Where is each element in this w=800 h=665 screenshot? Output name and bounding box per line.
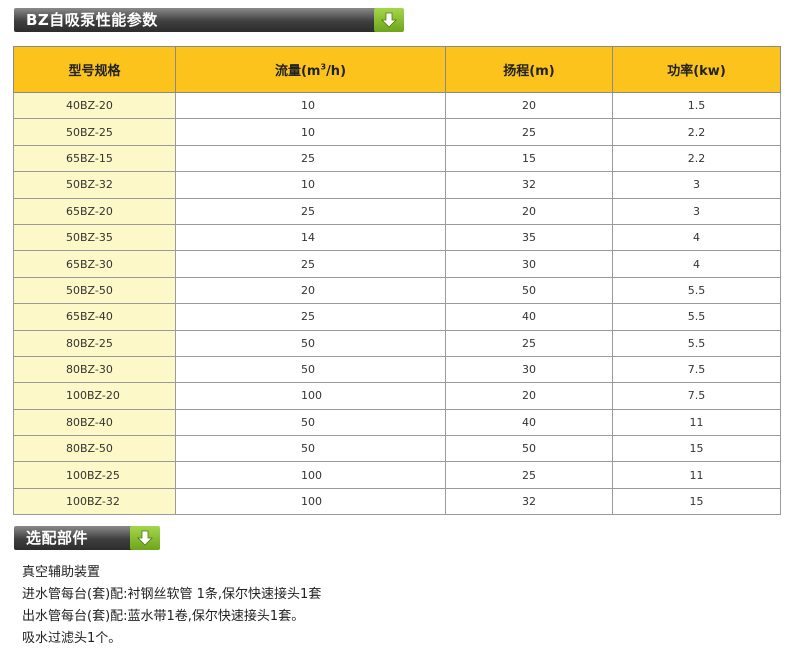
section-title: BZ自吸泵性能参数: [26, 11, 158, 29]
down-arrow-icon: [130, 526, 160, 550]
cell-flow: 10: [175, 118, 446, 146]
accessories-list: 真空辅助装置 进水管每台(套)配:衬钢丝软管 1条,保尔快速接头1套 出水管每台…: [22, 562, 321, 650]
down-arrow-icon: [374, 8, 404, 32]
cell-power: 11: [612, 461, 781, 489]
cell-flow: 100: [175, 382, 446, 410]
cell-flow: 25: [175, 197, 446, 225]
cell-model: 80BZ-25: [13, 329, 176, 357]
cell-flow: 25: [175, 303, 446, 331]
cell-head: 50: [445, 276, 613, 305]
cell-flow: 25: [175, 144, 446, 173]
table-row: 80BZ-25 50 25 5.5: [13, 329, 781, 357]
cell-head: 30: [445, 250, 613, 278]
cell-power: 2.2: [612, 118, 781, 146]
cell-flow: 10: [175, 91, 446, 120]
cell-power: 15: [612, 487, 781, 516]
table-row: 50BZ-35 14 35 4: [13, 223, 781, 252]
cell-flow: 50: [175, 408, 446, 437]
table-row: 65BZ-30 25 30 4: [13, 250, 781, 278]
table-row: 100BZ-20 100 20 7.5: [13, 382, 781, 410]
cell-model: 65BZ-30: [13, 250, 176, 278]
note-line: 吸水过滤头1个。: [22, 631, 122, 646]
cell-power: 5.5: [612, 303, 781, 331]
cell-flow: 20: [175, 276, 446, 305]
cell-flow: 10: [175, 171, 446, 199]
cell-power: 2.2: [612, 144, 781, 173]
cell-power: 5.5: [612, 276, 781, 305]
cell-head: 15: [445, 144, 613, 173]
cell-power: 1.5: [612, 91, 781, 120]
table-row: 65BZ-40 25 40 5.5: [13, 303, 781, 331]
cell-power: 4: [612, 223, 781, 252]
cell-flow: 25: [175, 250, 446, 278]
table-row: 65BZ-15 25 15 2.2: [13, 144, 781, 173]
cell-model: 65BZ-15: [13, 144, 176, 173]
cell-flow: 50: [175, 435, 446, 463]
cell-model: 50BZ-32: [13, 171, 176, 199]
cell-flow: 100: [175, 461, 446, 489]
table-row: 100BZ-32 100 32 15: [13, 487, 781, 516]
cell-head: 25: [445, 118, 613, 146]
cell-model: 40BZ-20: [13, 91, 176, 120]
cell-power: 5.5: [612, 329, 781, 357]
cell-head: 32: [445, 171, 613, 199]
cell-power: 3: [612, 197, 781, 225]
note-line: 进水管每台(套)配:衬钢丝软管 1条,保尔快速接头1套: [22, 587, 322, 602]
cell-power: 7.5: [612, 355, 781, 384]
section-banner-performance: BZ自吸泵性能参数: [14, 8, 404, 32]
table-row: 80BZ-30 50 30 7.5: [13, 355, 781, 384]
cell-power: 4: [612, 250, 781, 278]
section-banner-accessories: 选配部件: [14, 526, 160, 550]
cell-power: 15: [612, 435, 781, 463]
table-row: 100BZ-25 100 25 11: [13, 461, 781, 489]
cell-model: 50BZ-25: [13, 118, 176, 146]
table-row: 50BZ-32 10 32 3: [13, 171, 781, 199]
table-row: 80BZ-40 50 40 11: [13, 408, 781, 437]
cell-head: 20: [445, 91, 613, 120]
cell-model: 100BZ-20: [13, 382, 176, 410]
cell-model: 100BZ-32: [13, 487, 176, 516]
cell-head: 50: [445, 435, 613, 463]
cell-model: 50BZ-35: [13, 223, 176, 252]
header-flow: 流量(m3/h): [175, 46, 446, 93]
cell-model: 65BZ-20: [13, 197, 176, 225]
note-line: 出水管每台(套)配:蓝水带1卷,保尔快速接头1套。: [22, 609, 305, 624]
cell-flow: 100: [175, 487, 446, 516]
table-row: 65BZ-20 25 20 3: [13, 197, 781, 225]
cell-head: 20: [445, 382, 613, 410]
cell-power: 3: [612, 171, 781, 199]
table-row: 40BZ-20 10 20 1.5: [13, 91, 781, 120]
cell-head: 25: [445, 329, 613, 357]
cell-head: 20: [445, 197, 613, 225]
cell-flow: 14: [175, 223, 446, 252]
cell-model: 65BZ-40: [13, 303, 176, 331]
cell-head: 30: [445, 355, 613, 384]
section-title: 选配部件: [26, 529, 89, 547]
cell-flow: 50: [175, 329, 446, 357]
header-head: 扬程(m): [445, 46, 613, 93]
cell-model: 80BZ-40: [13, 408, 176, 437]
cell-power: 11: [612, 408, 781, 437]
table-header-row: 型号规格 流量(m3/h) 扬程(m) 功率(kw): [13, 46, 781, 93]
performance-table: 型号规格 流量(m3/h) 扬程(m) 功率(kw) 40BZ-20 10 20 1.…: [13, 46, 781, 516]
header-power: 功率(kw): [612, 46, 781, 93]
cell-model: 50BZ-50: [13, 276, 176, 305]
header-model: 型号规格: [13, 46, 176, 93]
cell-flow: 50: [175, 355, 446, 384]
cell-head: 35: [445, 223, 613, 252]
cell-head: 25: [445, 461, 613, 489]
cell-model: 80BZ-30: [13, 355, 176, 384]
table-row: 50BZ-25 10 25 2.2: [13, 118, 781, 146]
table-row: 50BZ-50 20 50 5.5: [13, 276, 781, 305]
cell-head: 40: [445, 303, 613, 331]
cell-head: 40: [445, 408, 613, 437]
cell-model: 100BZ-25: [13, 461, 176, 489]
note-line: 真空辅助装置: [22, 565, 101, 580]
cell-model: 80BZ-50: [13, 435, 176, 463]
table-row: 80BZ-50 50 50 15: [13, 435, 781, 463]
cell-power: 7.5: [612, 382, 781, 410]
cell-head: 32: [445, 487, 613, 516]
